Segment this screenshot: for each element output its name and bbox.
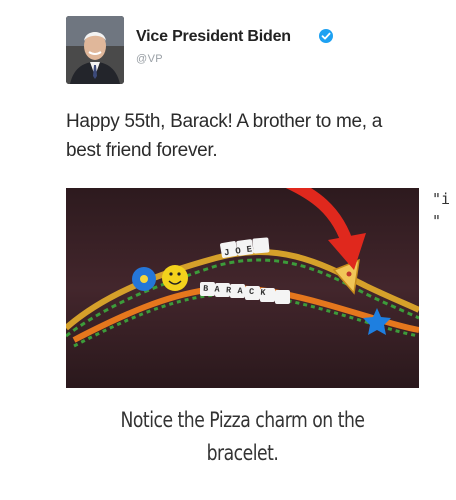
cropped-text-line: " <box>432 212 442 230</box>
verified-badge-icon <box>319 29 333 43</box>
cropped-adjacent-text: "i " <box>432 188 450 232</box>
avatar-portrait-icon <box>66 16 124 84</box>
avatar[interactable] <box>66 16 124 84</box>
meme-screenshot: Vice President Biden @VP Happy 55th, Bar… <box>0 0 456 500</box>
cropped-text-line: "i <box>432 190 451 208</box>
flower-bead-icon <box>132 267 156 291</box>
tweet-text: Happy 55th, Barack! A brother to me, a b… <box>66 111 383 161</box>
smiley-bead-icon <box>162 265 188 291</box>
tweet-photo[interactable]: JOE BARACK <box>66 188 419 388</box>
meme-caption: Notice the Pizza charm on the bracelet. <box>120 408 365 465</box>
author-handle[interactable]: @VP <box>136 53 163 65</box>
author-name[interactable]: Vice President Biden <box>136 28 291 46</box>
